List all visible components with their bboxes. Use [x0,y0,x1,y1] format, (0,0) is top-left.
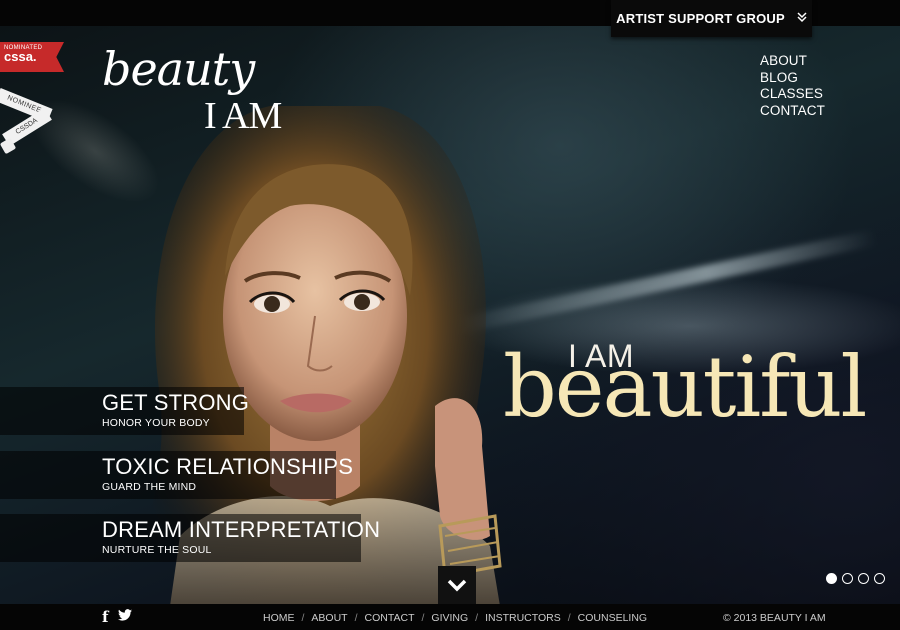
slider-dot-1[interactable] [826,573,837,584]
separator: / [421,612,425,624]
footer-link-contact[interactable]: CONTACT [365,612,415,624]
nav-item-about[interactable]: ABOUT [760,53,825,70]
double-chevron-down-icon [797,11,807,26]
feature-title: GET STRONG [102,390,250,415]
chevron-down-icon [447,579,467,592]
footer-bar: f HOME / ABOUT / CONTACT / GIVING / INST… [0,604,900,630]
feature-subtitle: NURTURE THE SOUL [102,544,212,556]
main-nav: ABOUT BLOG CLASSES CONTACT [760,53,825,119]
feature-get-strong[interactable]: GET STRONG HONOR YOUR BODY [0,387,250,435]
logo-script-text: beauty [102,42,255,96]
cssa-nominated-badge[interactable]: NOMINATED cssa. [0,42,64,72]
logo-sub-text: I AM [204,95,282,137]
separator: / [567,612,571,624]
footer-link-instructors[interactable]: INSTRUCTORS [485,612,561,624]
separator: / [475,612,479,624]
support-tab-label: ARTIST SUPPORT GROUP [616,11,785,26]
social-links: f [102,609,133,625]
feature-toxic-relationships[interactable]: TOXIC RELATIONSHIPS GUARD THE MIND [0,451,354,499]
headline-big: beautiful [503,338,867,436]
slider-dot-4[interactable] [874,573,885,584]
twitter-icon[interactable] [118,609,133,625]
footer-link-home[interactable]: HOME [263,612,295,624]
feature-title: TOXIC RELATIONSHIPS [102,454,354,479]
feature-dream-interpretation[interactable]: DREAM INTERPRETATION NURTURE THE SOUL [0,514,381,562]
footer-link-giving[interactable]: GIVING [431,612,468,624]
slider-dot-3[interactable] [858,573,869,584]
facebook-icon[interactable]: f [102,609,108,625]
separator: / [354,612,358,624]
feature-subtitle: GUARD THE MIND [102,481,197,493]
site-logo[interactable]: beauty I AM [102,42,312,142]
nav-item-blog[interactable]: BLOG [760,70,825,87]
scroll-down-button[interactable] [438,566,476,604]
nav-item-contact[interactable]: CONTACT [760,103,825,120]
footer-link-counseling[interactable]: COUNSELING [578,612,647,624]
feature-title: DREAM INTERPRETATION [102,517,381,542]
cssa-badge-big: cssa. [4,49,37,64]
nav-item-classes[interactable]: CLASSES [760,86,825,103]
slider-pagination [826,573,885,584]
slider-dot-2[interactable] [842,573,853,584]
footer-nav: HOME / ABOUT / CONTACT / GIVING / INSTRU… [263,612,647,624]
copyright-text: © 2013 BEAUTY I AM [723,612,826,624]
footer-link-about[interactable]: ABOUT [311,612,347,624]
artist-support-group-tab[interactable]: ARTIST SUPPORT GROUP [611,0,812,37]
separator: / [301,612,305,624]
feature-subtitle: HONOR YOUR BODY [102,417,210,429]
